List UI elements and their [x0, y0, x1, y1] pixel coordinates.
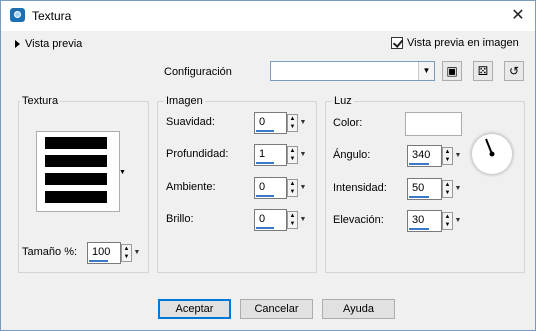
ambiente-stepper[interactable]: 0 ▲ ▼ ▼	[254, 177, 308, 199]
angulo-label: Ángulo:	[333, 149, 371, 161]
texture-stripe	[45, 137, 107, 149]
profundidad-stepper[interactable]: 1 ▲ ▼ ▼	[254, 144, 308, 166]
image-group-label: Imagen	[164, 95, 205, 107]
preview-on-image-label: Vista previa en imagen	[407, 37, 519, 49]
brillo-label: Brillo:	[166, 213, 194, 225]
elevacion-field[interactable]: 30	[407, 210, 442, 232]
texture-stripe	[45, 173, 107, 185]
stepper-arrows-icon[interactable]: ▲ ▼	[287, 211, 298, 229]
angulo-field[interactable]: 340	[407, 145, 442, 167]
help-button[interactable]: Ayuda	[322, 299, 395, 319]
light-color-swatch[interactable]	[405, 112, 462, 136]
reset-icon: ↺	[508, 64, 520, 78]
save-preset-button[interactable]: ▣	[442, 61, 462, 81]
angulo-stepper[interactable]: 340 ▲ ▼ ▼	[407, 145, 463, 167]
stepper-arrows-icon[interactable]: ▲ ▼	[442, 147, 453, 165]
expand-triangle-icon	[15, 40, 20, 49]
intensidad-field[interactable]: 50	[407, 178, 442, 200]
texture-dialog: Textura ✕ Vista previa Vista previa en i…	[0, 0, 536, 331]
chevron-down-icon[interactable]: ▼	[133, 244, 141, 262]
chevron-down-icon[interactable]: ▼	[299, 114, 307, 132]
preview-on-image-checkbox[interactable]: Vista previa en imagen	[391, 37, 519, 50]
stepper-arrows-icon[interactable]: ▲ ▼	[287, 179, 298, 197]
suavidad-stepper[interactable]: 0 ▲ ▼ ▼	[254, 112, 308, 134]
texture-stripe	[45, 155, 107, 167]
stepper-arrows-icon[interactable]: ▲ ▼	[287, 146, 298, 164]
ambiente-label: Ambiente:	[166, 181, 216, 193]
angle-needle-icon	[485, 138, 495, 157]
brillo-stepper[interactable]: 0 ▲ ▼ ▼	[254, 209, 308, 231]
light-group-label: Luz	[332, 95, 354, 107]
elevacion-label: Elevación:	[333, 214, 384, 226]
size-field[interactable]: 100	[87, 242, 121, 264]
angle-dial[interactable]	[471, 133, 513, 175]
profundidad-field[interactable]: 1	[254, 144, 287, 166]
texture-stripe	[45, 191, 107, 203]
brillo-field[interactable]: 0	[254, 209, 287, 231]
ok-button[interactable]: Aceptar	[158, 299, 231, 319]
color-label: Color:	[333, 117, 363, 129]
size-label: Tamaño %:	[22, 246, 78, 258]
stepper-arrows-icon[interactable]: ▲ ▼	[442, 180, 453, 198]
checkbox-checked-icon[interactable]	[391, 37, 403, 50]
app-icon	[10, 8, 25, 22]
elevacion-stepper[interactable]: 30 ▲ ▼ ▼	[407, 210, 463, 232]
texture-dropdown-icon[interactable]: ▼	[119, 169, 126, 176]
preview-toggle[interactable]: Vista previa	[15, 38, 82, 50]
chevron-down-icon[interactable]: ▼	[299, 179, 307, 197]
chevron-down-icon[interactable]: ▼	[454, 180, 462, 198]
randomize-button[interactable]: ⚄	[473, 61, 493, 81]
stepper-arrows-icon[interactable]: ▲ ▼	[121, 244, 132, 262]
config-label: Configuración	[164, 66, 232, 78]
chevron-down-icon[interactable]: ▼	[454, 147, 462, 165]
intensidad-label: Intensidad:	[333, 182, 387, 194]
close-icon[interactable]: ✕	[507, 5, 529, 27]
ambiente-field[interactable]: 0	[254, 177, 287, 199]
intensidad-stepper[interactable]: 50 ▲ ▼ ▼	[407, 178, 463, 200]
chevron-down-icon[interactable]: ▼	[418, 62, 434, 80]
chevron-down-icon[interactable]: ▼	[299, 211, 307, 229]
texture-group-label: Textura	[20, 95, 61, 107]
title-bar: Textura ✕	[1, 1, 535, 31]
profundidad-label: Profundidad:	[166, 148, 229, 160]
suavidad-label: Suavidad:	[166, 116, 215, 128]
cancel-button[interactable]: Cancelar	[240, 299, 313, 319]
stepper-arrows-icon[interactable]: ▲ ▼	[287, 114, 298, 132]
config-select[interactable]: ▼	[270, 61, 435, 81]
save-icon: ▣	[446, 64, 458, 78]
chevron-down-icon[interactable]: ▼	[299, 146, 307, 164]
texture-swatch[interactable]	[36, 131, 120, 212]
suavidad-field[interactable]: 0	[254, 112, 287, 134]
window-title: Textura	[32, 9, 72, 23]
size-stepper[interactable]: 100 ▲ ▼ ▼	[87, 242, 142, 264]
preview-toggle-label: Vista previa	[25, 38, 83, 50]
dice-icon: ⚄	[477, 64, 489, 78]
stepper-arrows-icon[interactable]: ▲ ▼	[442, 212, 453, 230]
chevron-down-icon[interactable]: ▼	[454, 212, 462, 230]
reset-button[interactable]: ↺	[504, 61, 524, 81]
